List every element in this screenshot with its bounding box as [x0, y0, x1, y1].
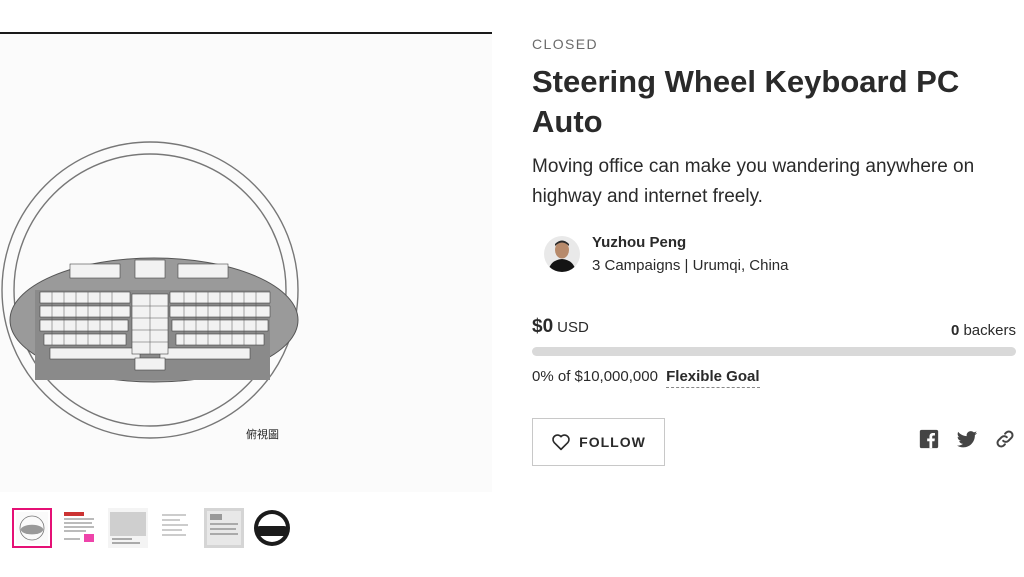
gallery-thumb-3[interactable]	[108, 508, 148, 548]
gallery-thumb-2[interactable]	[60, 508, 100, 548]
campaign-owner[interactable]: Yuzhou Peng 3 Campaigns | Urumqi, China	[544, 234, 788, 274]
share-links	[918, 428, 1016, 450]
hero-caption: 俯視圖	[246, 427, 279, 441]
backers-label: backers	[963, 322, 1016, 339]
backers-number: 0	[950, 322, 960, 339]
campaign-status: CLOSED	[532, 36, 598, 52]
backers-count: 0 backers	[951, 322, 1016, 339]
gallery-thumbnails	[12, 506, 292, 550]
steering-wheel-keyboard-drawing: 俯視圖	[0, 32, 492, 492]
amount-value: $0	[532, 316, 554, 337]
link-icon[interactable]	[994, 428, 1016, 450]
follow-label: FOLLOW	[579, 434, 646, 450]
gallery-thumb-6[interactable]	[252, 508, 292, 548]
owner-name[interactable]: Yuzhou Peng	[592, 234, 788, 251]
avatar[interactable]	[544, 236, 580, 272]
heart-icon	[552, 434, 570, 451]
gallery-thumb-1[interactable]	[12, 508, 52, 548]
campaign-title: Steering Wheel Keyboard PC Auto	[532, 64, 960, 139]
hero-top-border	[0, 32, 492, 34]
facebook-icon[interactable]	[918, 428, 940, 450]
twitter-icon[interactable]	[956, 428, 978, 450]
gallery-thumb-4[interactable]	[156, 508, 196, 548]
amount-raised: $0 USD	[532, 316, 589, 338]
goal-percent: 0% of $10,000,000	[532, 368, 658, 385]
follow-button[interactable]: FOLLOW	[532, 418, 665, 466]
campaign-tagline: Moving office can make you wandering any…	[532, 156, 975, 207]
amount-currency: USD	[557, 319, 589, 336]
funding-progress-bar	[532, 347, 1016, 356]
goal-line: 0% of $10,000,000 Flexible Goal	[532, 368, 760, 388]
goal-type-link[interactable]: Flexible Goal	[666, 368, 760, 388]
campaign-hero-image: 俯視圖	[0, 32, 492, 492]
owner-meta: 3 Campaigns | Urumqi, China	[592, 257, 789, 274]
gallery-thumb-5[interactable]	[204, 508, 244, 548]
